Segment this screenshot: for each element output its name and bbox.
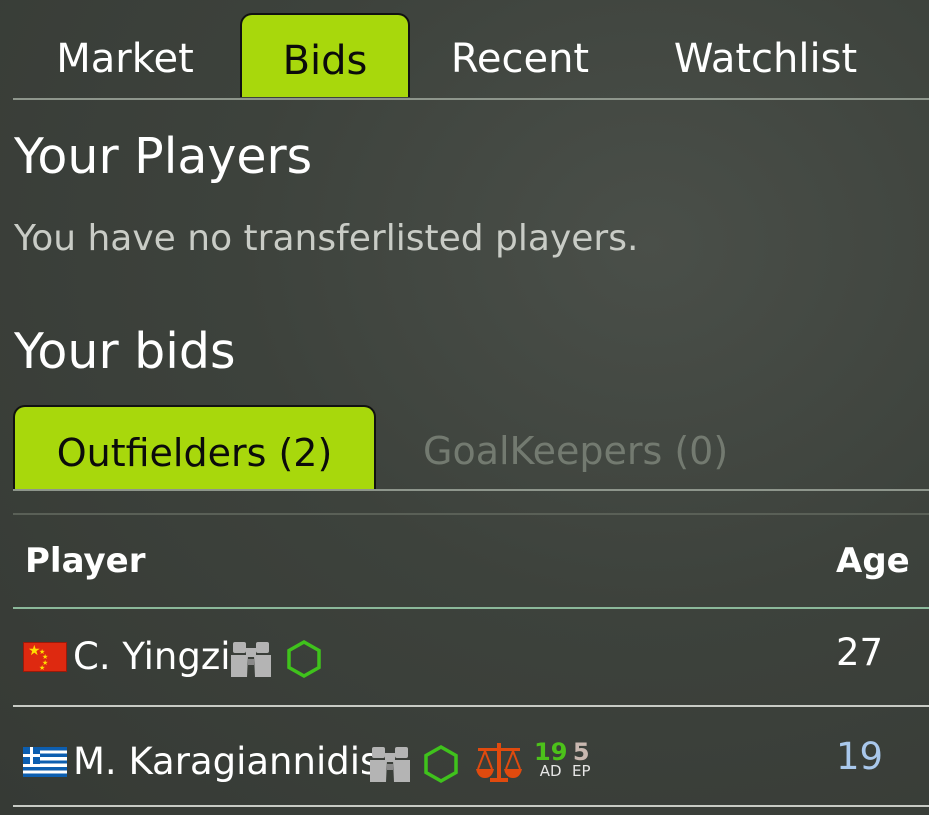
age-value: 19: [836, 735, 884, 778]
tab-outfielders[interactable]: Outfielders (2): [13, 405, 376, 489]
hexagon-icon[interactable]: [286, 639, 322, 679]
stat-ep[interactable]: 5 EP: [572, 740, 591, 779]
stat-ad-value: 19: [534, 738, 568, 766]
table-row: ★ ★ ★ ★ ★ C. Yingzi 27: [13, 609, 929, 707]
table-row: M. Karagiannidis 19 AD 5 EP 19: [13, 707, 929, 807]
age-value: 27: [836, 631, 884, 674]
binoculars-icon[interactable]: [230, 639, 272, 679]
table-header: Player Age: [13, 515, 929, 609]
greece-flag-icon: [23, 747, 67, 777]
tab-recent[interactable]: Recent: [445, 13, 595, 97]
header-player[interactable]: Player: [25, 541, 145, 581]
stat-ep-label: EP: [572, 762, 591, 780]
your-bids-heading: Your bids: [14, 323, 236, 380]
tab-bids[interactable]: Bids: [240, 13, 410, 97]
binoculars-icon[interactable]: [369, 744, 411, 784]
bids-table: Player Age ★ ★ ★ ★ ★ C. Yingzi 27 M. Karagia…: [13, 513, 929, 807]
stat-ad-label: AD: [539, 762, 562, 780]
player-name-link[interactable]: C. Yingzi: [73, 635, 231, 678]
bids-subtabs: Outfielders (2) GoalKeepers (0): [13, 405, 929, 491]
hexagon-icon[interactable]: [423, 744, 459, 784]
tab-goalkeepers[interactable]: GoalKeepers (0): [423, 405, 728, 489]
tab-market[interactable]: Market: [45, 13, 205, 97]
header-age[interactable]: Age: [836, 541, 910, 581]
no-players-message: You have no transferlisted players.: [14, 218, 639, 259]
main-tabs: Market Bids Recent Watchlist: [13, 13, 929, 100]
stat-ep-value: 5: [572, 738, 590, 766]
china-flag-icon: ★ ★ ★ ★ ★: [23, 642, 67, 672]
player-name-link[interactable]: M. Karagiannidis: [73, 740, 379, 783]
tab-watchlist[interactable]: Watchlist: [668, 13, 863, 97]
stat-ad[interactable]: 19 AD: [534, 740, 567, 779]
scales-icon[interactable]: [474, 741, 524, 783]
your-players-heading: Your Players: [14, 128, 313, 185]
